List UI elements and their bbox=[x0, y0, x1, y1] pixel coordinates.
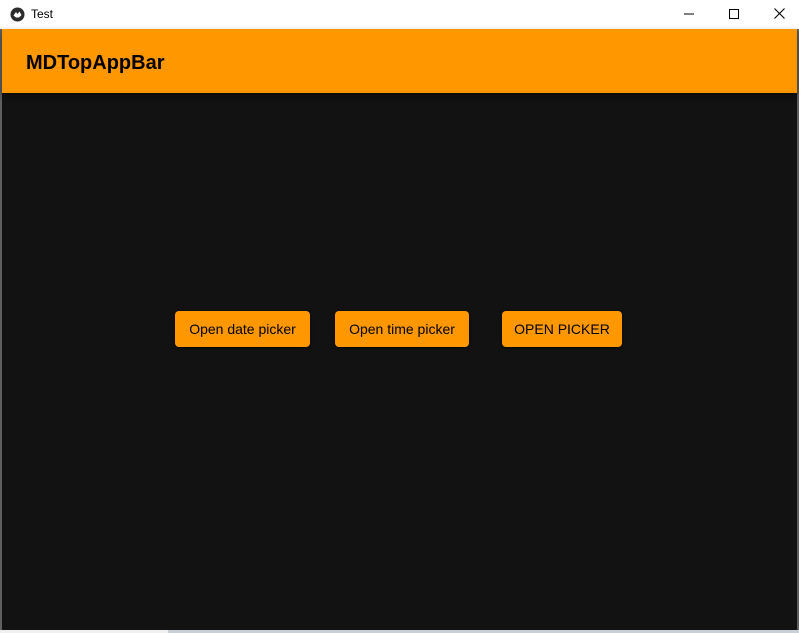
open-time-picker-button[interactable]: Open time picker bbox=[335, 311, 469, 347]
app-bar-title: MDTopAppBar bbox=[26, 52, 165, 74]
button-label: Open date picker bbox=[189, 321, 296, 337]
app-content: MDTopAppBar Open date picker Open time p… bbox=[2, 29, 797, 630]
minimize-icon bbox=[684, 6, 694, 24]
app-window: Test MDTopAppBar Open date picker Open t… bbox=[0, 0, 799, 633]
close-icon bbox=[773, 6, 785, 24]
window-titlebar[interactable]: Test bbox=[0, 0, 799, 29]
kivy-icon bbox=[10, 7, 25, 22]
button-label: Open time picker bbox=[349, 321, 455, 337]
close-button[interactable] bbox=[756, 0, 799, 29]
minimize-button[interactable] bbox=[666, 0, 712, 29]
open-picker-button[interactable]: OPEN PICKER bbox=[502, 311, 622, 347]
open-date-picker-button[interactable]: Open date picker bbox=[175, 311, 310, 347]
maximize-button[interactable] bbox=[711, 0, 757, 29]
window-title: Test bbox=[31, 7, 54, 21]
button-label: OPEN PICKER bbox=[514, 321, 610, 337]
maximize-icon bbox=[729, 6, 739, 24]
top-app-bar: MDTopAppBar bbox=[2, 29, 797, 93]
